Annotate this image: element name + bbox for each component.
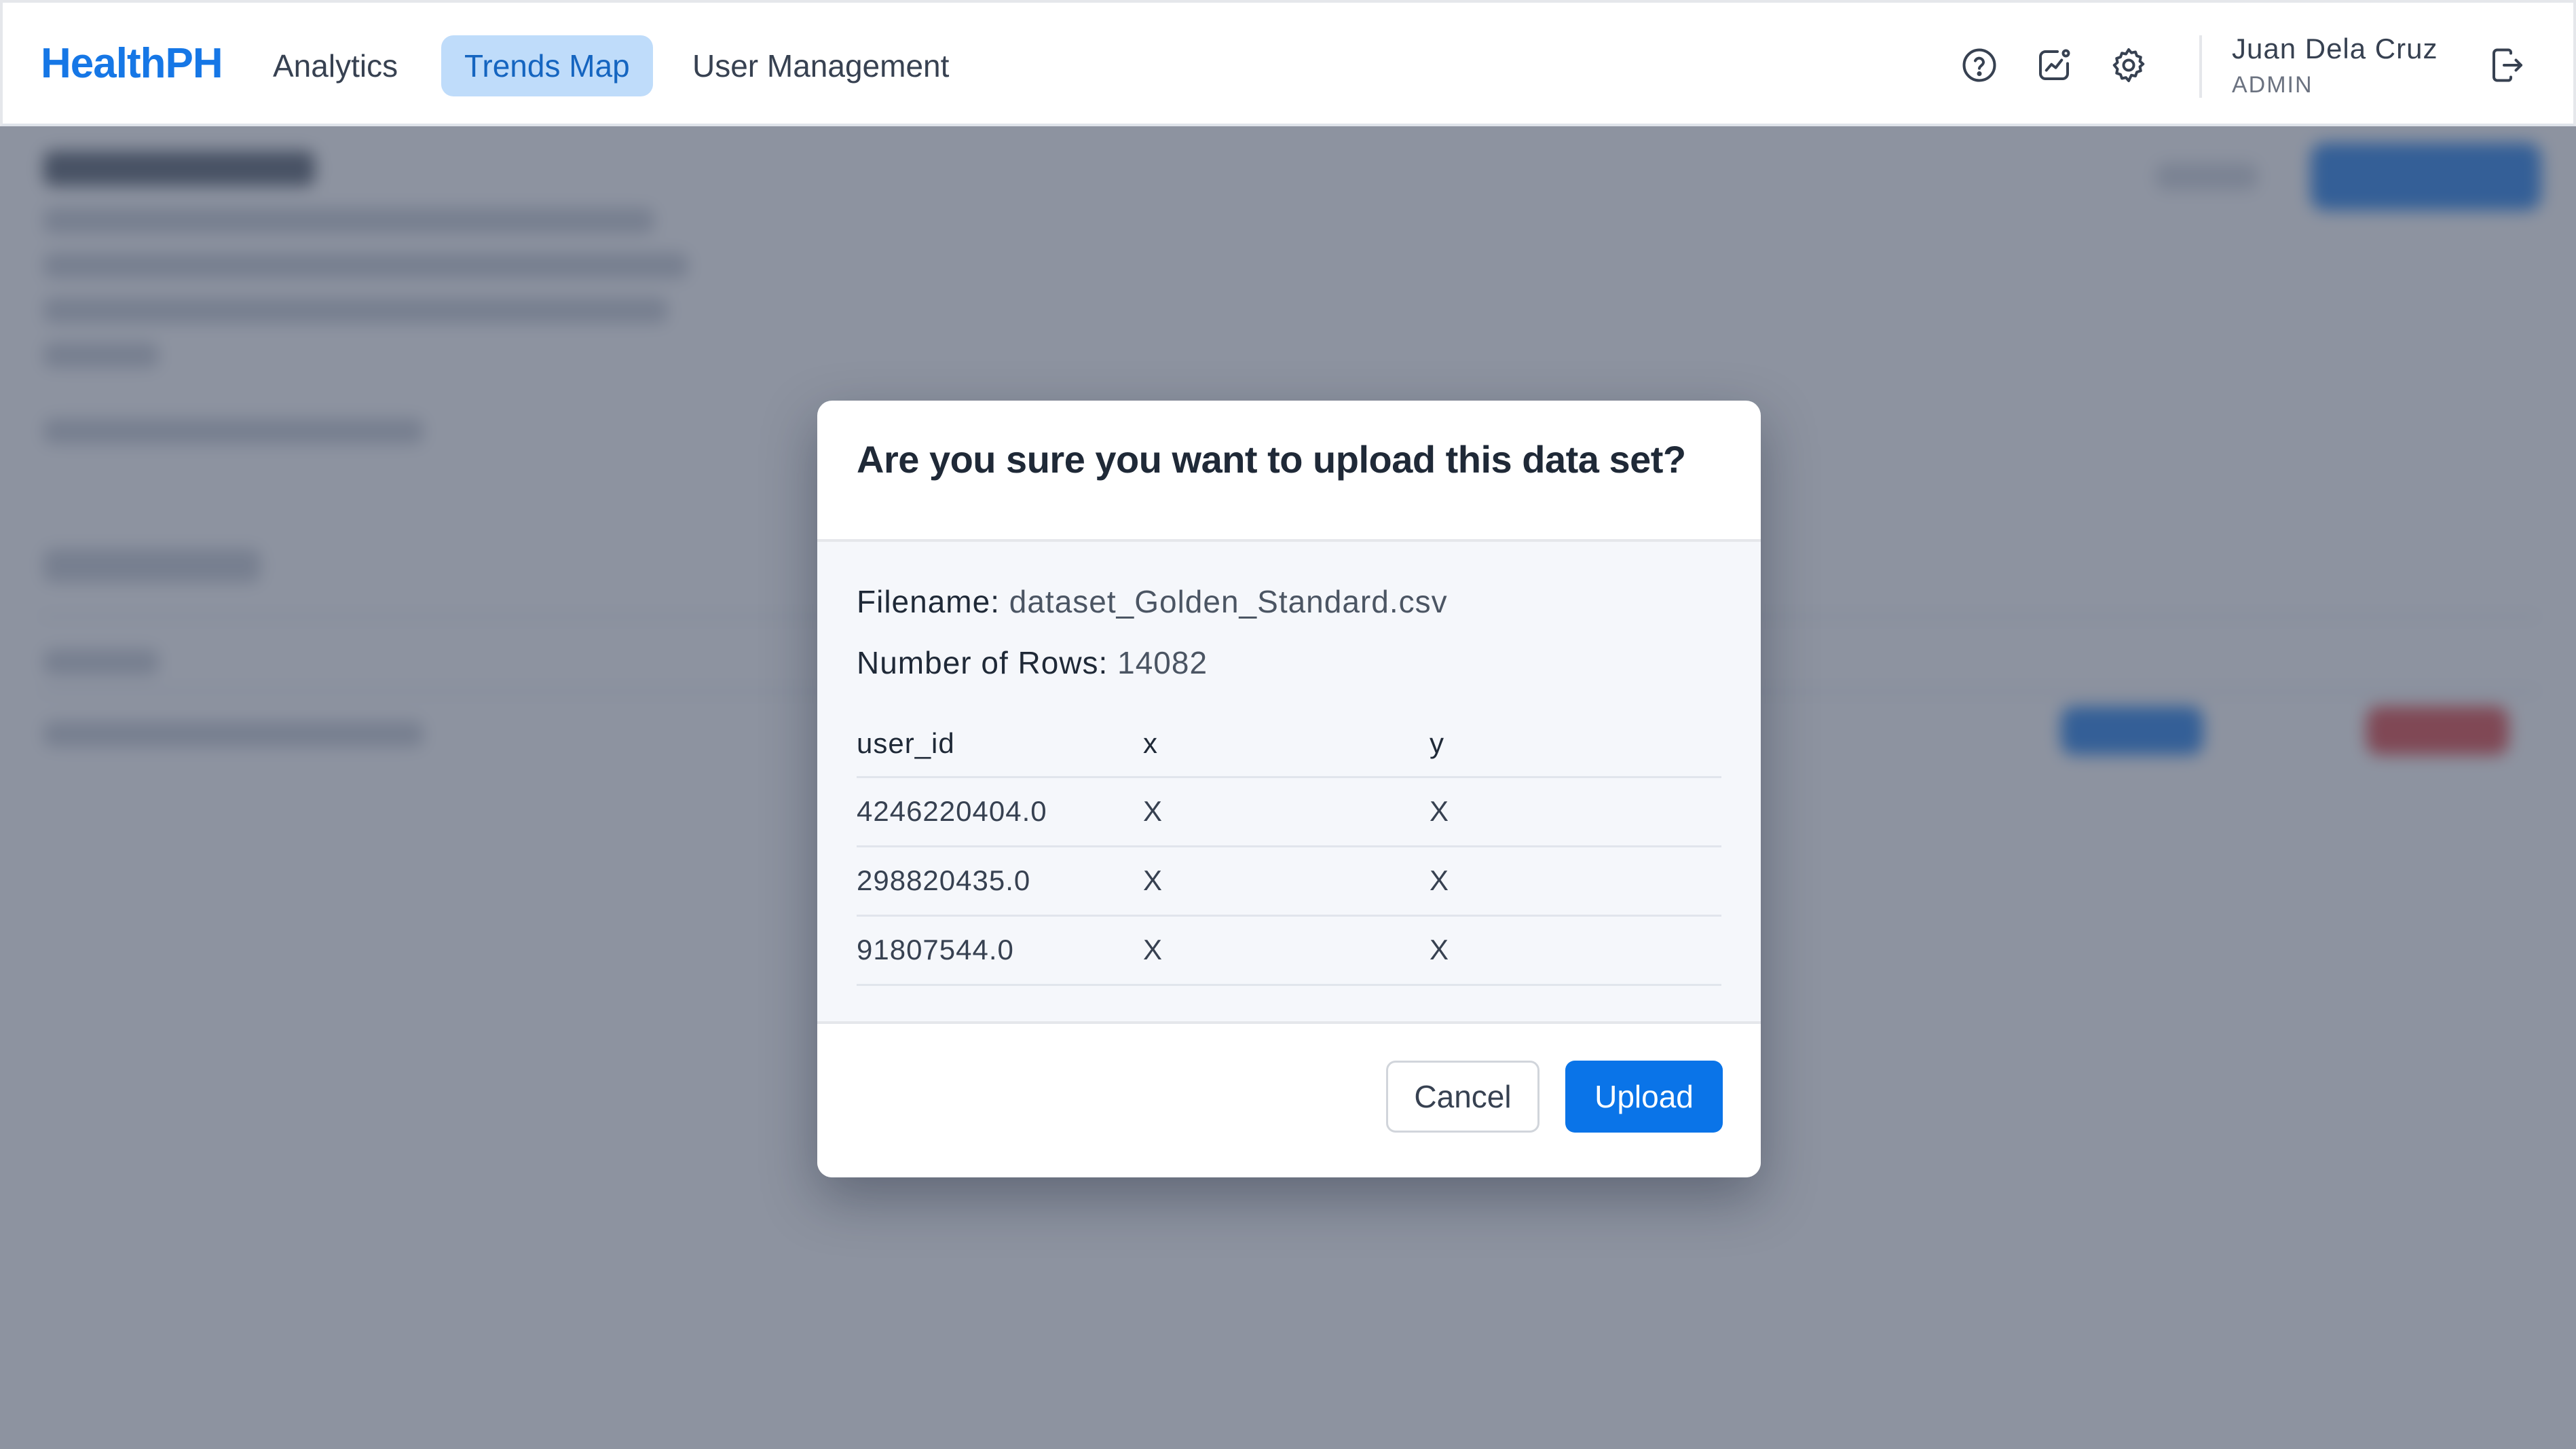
column-header-x: x [1143, 712, 1430, 778]
upload-button[interactable]: Upload [1565, 1061, 1723, 1133]
nav-link-analytics[interactable]: Analytics [250, 35, 421, 96]
row-count-line: Number of Rows: 14082 [857, 642, 1721, 703]
table-cell: X [1430, 915, 1721, 986]
table-cell: X [1430, 846, 1721, 917]
column-header-y: y [1430, 712, 1721, 778]
brand-logo[interactable]: HealthPH [41, 39, 223, 88]
cancel-button[interactable]: Cancel [1386, 1061, 1539, 1133]
table-row: 4246220404.0 X X [857, 777, 1721, 847]
upload-confirm-dialog: Are you sure you want to upload this dat… [817, 401, 1761, 1177]
data-preview-table: user_id x y 4246220404.0 X X 298820435.0… [857, 712, 1721, 986]
column-header-user-id: user_id [857, 712, 1143, 778]
dialog-header: Are you sure you want to upload this dat… [817, 401, 1761, 542]
user-role: ADMIN [2232, 72, 2313, 98]
nav-link-user-management[interactable]: User Management [669, 35, 972, 96]
row-count-label: Number of Rows: [857, 645, 1108, 680]
dialog-footer: Cancel Upload [817, 1021, 1761, 1177]
table-cell: X [1143, 846, 1430, 917]
table-cell: X [1143, 915, 1430, 986]
table-cell: 4246220404.0 [857, 777, 1143, 847]
table-cell: 298820435.0 [857, 846, 1143, 917]
table-row: 298820435.0 X X [857, 846, 1721, 917]
table-row: 91807544.0 X X [857, 915, 1721, 986]
page: HealthPH Analytics Trends Map User Manag… [0, 0, 2576, 1449]
dialog-title: Are you sure you want to upload this dat… [857, 438, 1686, 481]
filename-label: Filename: [857, 584, 1000, 619]
table-cell: X [1143, 777, 1430, 847]
dialog-body: Filename: dataset_Golden_Standard.csv Nu… [817, 542, 1761, 1021]
table-cell: X [1430, 777, 1721, 847]
row-count-value: 14082 [1117, 645, 1208, 680]
gear-icon[interactable] [2108, 45, 2149, 86]
filename-line: Filename: dataset_Golden_Standard.csv [857, 581, 1721, 642]
top-navbar: HealthPH Analytics Trends Map User Manag… [0, 0, 2576, 126]
logout-icon[interactable] [2487, 45, 2528, 86]
trend-chart-icon[interactable] [2034, 45, 2074, 86]
table-cell: 91807544.0 [857, 915, 1143, 986]
table-header-row: user_id x y [857, 712, 1721, 778]
nav-link-trends-map[interactable]: Trends Map [441, 35, 653, 96]
user-name: Juan Dela Cruz [2232, 33, 2438, 65]
nav-divider [2199, 35, 2202, 98]
help-icon[interactable] [1959, 45, 2000, 86]
filename-value: dataset_Golden_Standard.csv [1009, 584, 1448, 619]
